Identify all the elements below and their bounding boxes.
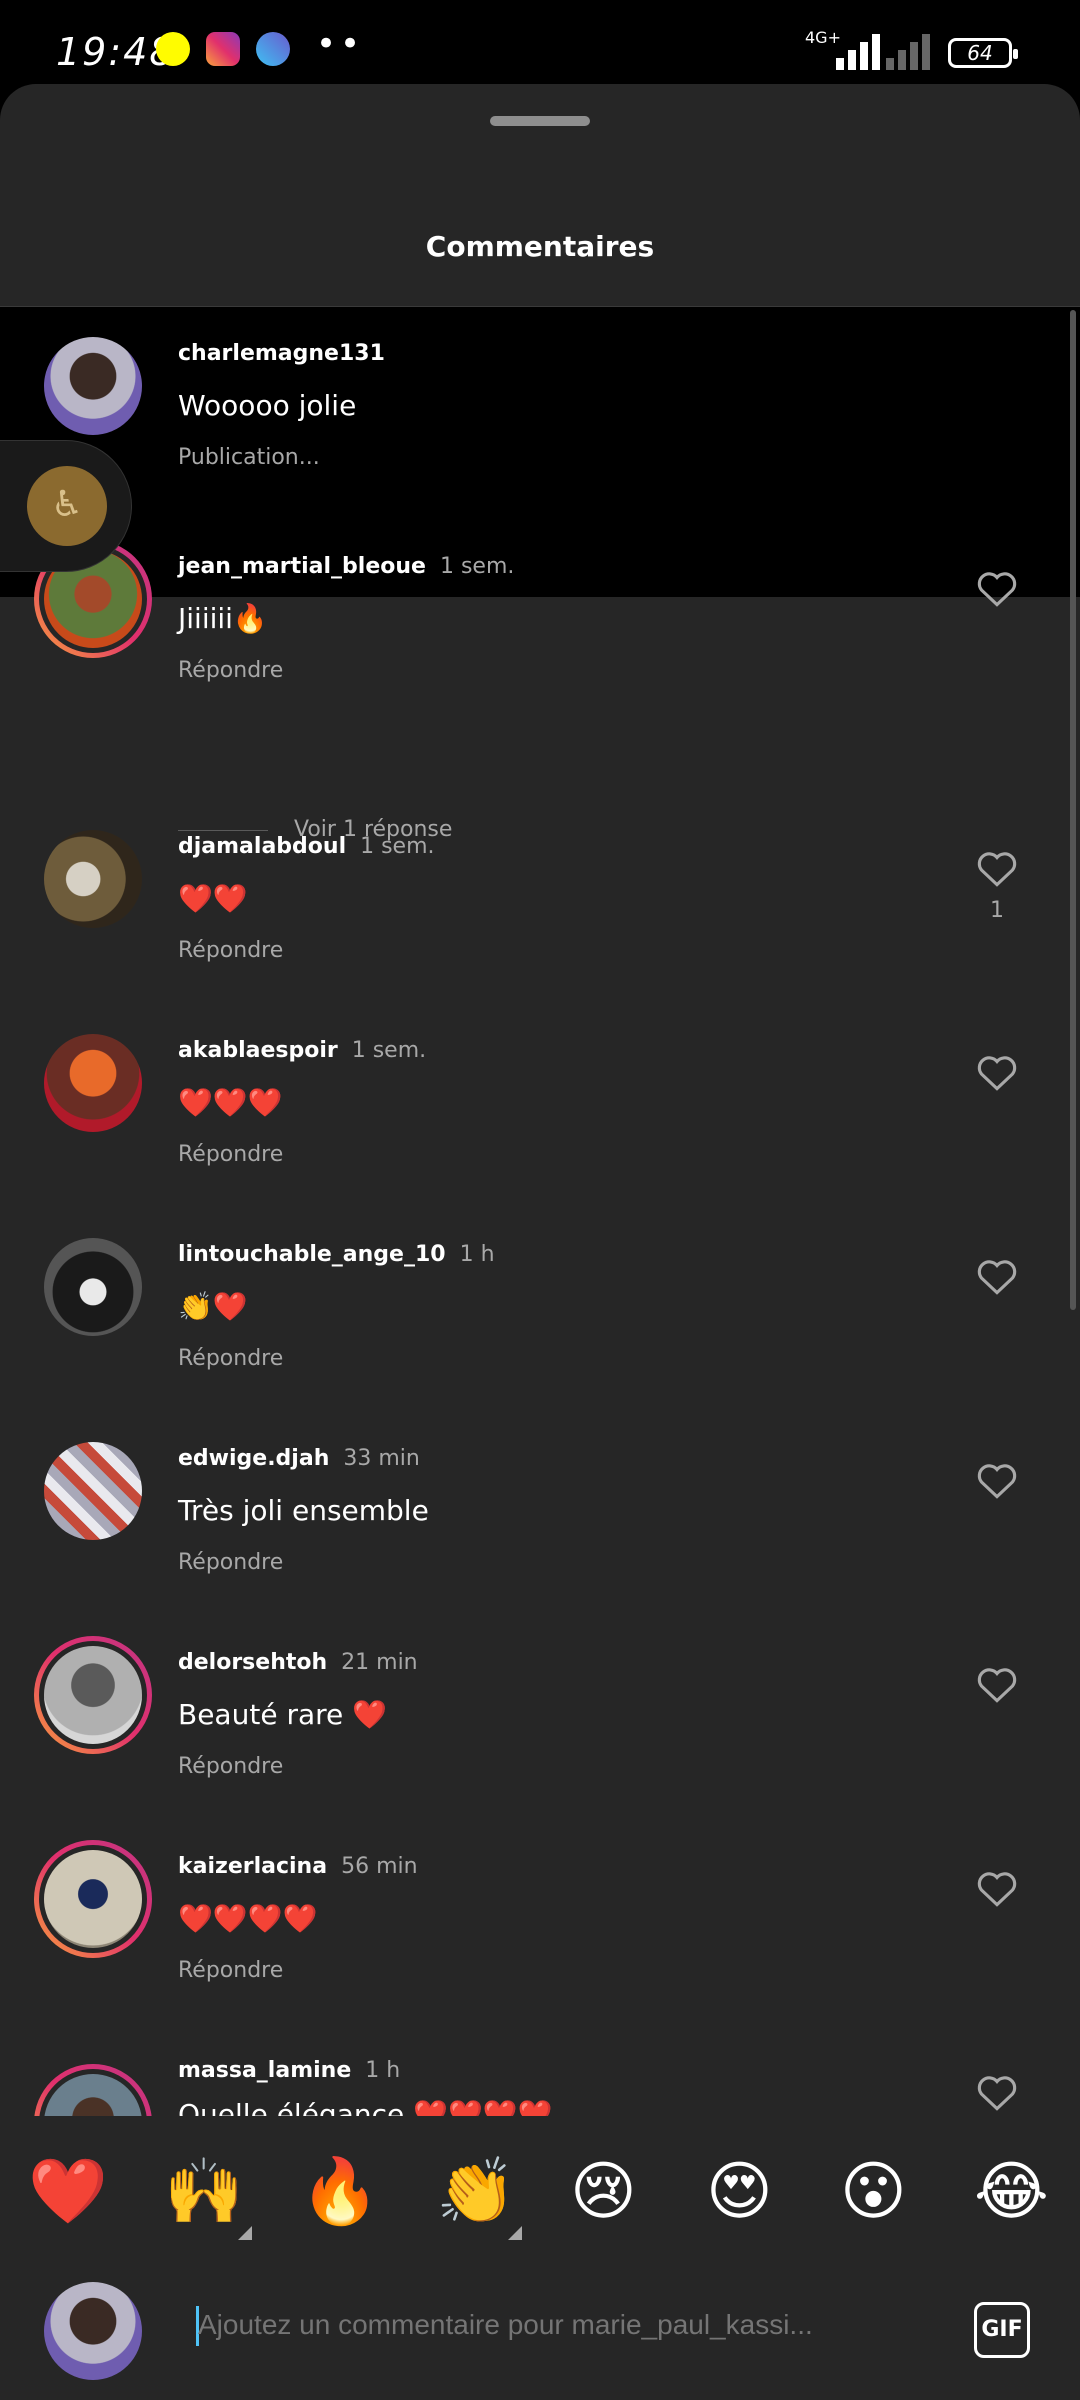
comment-time: 1 h: [365, 2058, 401, 2083]
comment-item: lintouchable_ange_10 1 h 👏❤️ Répondre: [0, 1238, 1080, 1428]
comment-item: delorsehtoh 21 min Beauté rare ❤️ Répondr…: [0, 1636, 1080, 1836]
reply-button[interactable]: Répondre: [178, 1142, 283, 1167]
signal-strength-2-icon: [886, 30, 944, 70]
more-notifications-icon: ••: [316, 24, 365, 64]
comment-time: 56 min: [341, 1854, 418, 1879]
sheet-title: Commentaires: [425, 230, 655, 263]
story-ring[interactable]: [34, 1636, 152, 1754]
comment-text: ❤️❤️❤️❤️: [178, 1902, 318, 1935]
comment-time: 21 min: [341, 1650, 418, 1675]
comment-time: 1 h: [459, 1242, 495, 1267]
comments-sheet: Commentaires charlemagne131 Wooooo jolie…: [0, 84, 1080, 2400]
emoji-raised-hands[interactable]: 🙌: [164, 2152, 244, 2232]
comment-username[interactable]: kaizerlacina: [178, 1854, 327, 1879]
skin-tone-indicator-icon: [238, 2226, 252, 2240]
emoji-surprised[interactable]: 😮: [840, 2152, 907, 2232]
emoji-clap[interactable]: 👏: [436, 2152, 516, 2232]
comment-username[interactable]: jean_martial_bleoue: [178, 554, 426, 579]
comment-username[interactable]: delorsehtoh: [178, 1650, 327, 1675]
story-ring[interactable]: [34, 1840, 152, 1958]
reply-button[interactable]: Répondre: [178, 938, 283, 963]
emoji-bar: [0, 2116, 1080, 2276]
comment-text: 👏❤️: [178, 1290, 248, 1323]
comment-time: 1 sem.: [360, 834, 435, 859]
comment-text: Jiiiiii🔥: [178, 602, 268, 635]
emoji-heart[interactable]: ❤️: [28, 2152, 108, 2232]
heart-icon[interactable]: [976, 1460, 1018, 1500]
like-count[interactable]: 1: [990, 898, 1004, 923]
avatar[interactable]: [44, 830, 142, 928]
comment-text: Très joli ensemble: [178, 1494, 429, 1527]
emoji-heart-eyes[interactable]: 😍: [706, 2152, 773, 2232]
avatar: [44, 2282, 142, 2380]
comment-username[interactable]: djamalabdoul: [178, 834, 346, 859]
comment-text: Quelle élégance ❤️❤️❤️❤️: [178, 2098, 553, 2116]
reply-button[interactable]: Répondre: [178, 1958, 283, 1983]
comment-time: 1 sem.: [351, 1038, 427, 1063]
accessibility-icon: ♿: [50, 484, 84, 525]
skin-tone-indicator-icon: [508, 2226, 522, 2240]
avatar[interactable]: [44, 1034, 142, 1132]
caption-username[interactable]: charlemagne131: [178, 341, 385, 366]
comment-item: djamalabdoul 1 sem. ❤️❤️ Répondre 1: [0, 830, 1080, 1020]
comment-item: edwige.djah 33 min Très joli ensemble Rép…: [0, 1442, 1080, 1632]
heart-icon[interactable]: [976, 1664, 1018, 1704]
avatar[interactable]: [44, 337, 142, 435]
heart-icon[interactable]: [976, 1052, 1018, 1092]
comment-username[interactable]: edwige.djah: [178, 1446, 329, 1471]
emoji-crying[interactable]: 😢: [570, 2152, 637, 2232]
reply-button[interactable]: Répondre: [178, 1346, 283, 1371]
comment-username[interactable]: lintouchable_ange_10: [178, 1242, 446, 1267]
reply-button[interactable]: Répondre: [178, 658, 283, 683]
comment-item: massa_lamine 1 h Quelle élégance ❤️❤️❤️❤️: [0, 2054, 1080, 2116]
accessibility-button[interactable]: ♿: [0, 440, 132, 572]
battery-icon: 64: [948, 38, 1018, 68]
snapchat-icon: [156, 32, 190, 66]
gif-button[interactable]: GIF: [974, 2302, 1030, 2358]
status-bar: 19:48 •• 4G+ 64: [0, 0, 1080, 84]
heart-icon[interactable]: [976, 848, 1018, 888]
caption-text: Wooooo jolie: [178, 389, 357, 422]
heart-icon[interactable]: [976, 1256, 1018, 1296]
heart-icon[interactable]: [976, 568, 1018, 608]
story-ring[interactable]: [34, 2064, 152, 2116]
instagram-icon: [206, 32, 240, 66]
comment-composer: GIF: [0, 2276, 1080, 2400]
comment-input[interactable]: [196, 2308, 920, 2342]
emoji-laughing[interactable]: 😂: [974, 2152, 1049, 2232]
comment-time: 1 sem.: [439, 554, 515, 579]
reply-button[interactable]: Répondre: [178, 1754, 283, 1779]
reply-button[interactable]: Répondre: [178, 1550, 283, 1575]
comment-item: jean_martial_bleoue 1 sem. Jiiiiii🔥 Répon…: [0, 540, 1080, 740]
comment-time: 33 min: [343, 1446, 420, 1471]
comment-username[interactable]: massa_lamine: [178, 2058, 351, 2083]
comment-text: Beauté rare ❤️: [178, 1698, 388, 1731]
avatar[interactable]: [44, 1442, 142, 1540]
caption-status: Publication...: [178, 445, 320, 470]
emoji-fire[interactable]: 🔥: [300, 2152, 380, 2232]
heart-icon[interactable]: [976, 2072, 1018, 2112]
avatar[interactable]: [44, 1238, 142, 1336]
heart-icon[interactable]: [976, 1868, 1018, 1908]
comment-text: ❤️❤️: [178, 882, 248, 915]
comment-text: ❤️❤️❤️: [178, 1086, 283, 1119]
comment-item: kaizerlacina 56 min ❤️❤️❤️❤️ Répondre: [0, 1840, 1080, 2040]
comment-item: akablaespoir 1 sem. ❤️❤️❤️ Répondre: [0, 1034, 1080, 1224]
app-notification-icon: [256, 32, 290, 66]
comment-username[interactable]: akablaespoir: [178, 1038, 338, 1063]
avatar[interactable]: [44, 1850, 142, 1948]
drag-handle[interactable]: [490, 116, 590, 126]
avatar[interactable]: [44, 1646, 142, 1744]
